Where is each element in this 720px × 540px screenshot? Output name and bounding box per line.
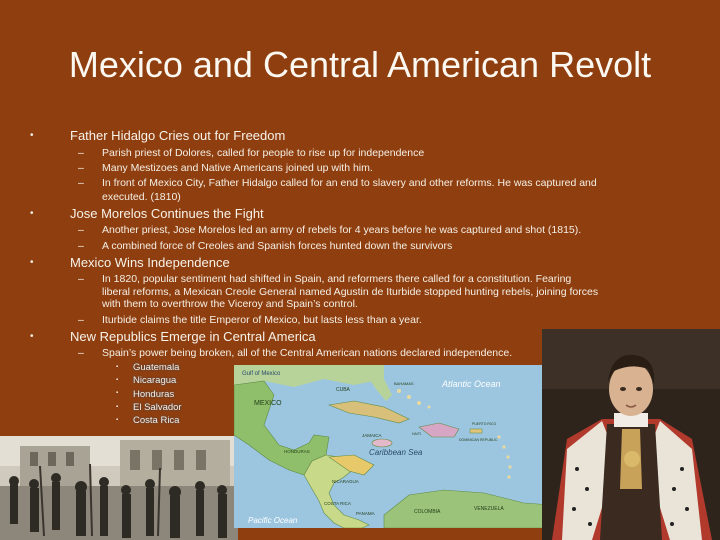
- dash-icon: –: [78, 347, 84, 359]
- map-label-dominican: DOMINICAN REPUBLIC: [459, 438, 498, 442]
- square-bullet-icon: ▪: [116, 417, 119, 423]
- section-point: Parish priest of Dolores, called for peo…: [102, 147, 425, 159]
- map-label-costa-rica: COSTA RICA: [324, 501, 351, 506]
- section-point: Spain’s power being broken, all of the C…: [102, 347, 513, 359]
- map-label-panama: PANAMA: [356, 511, 375, 516]
- map-label-pacific: Pacific Ocean: [248, 516, 298, 525]
- map-label-venezuela: VENEZUELA: [474, 506, 504, 512]
- square-bullet-icon: ▪: [116, 377, 119, 383]
- nation-item: Costa Rica: [133, 415, 180, 426]
- map-label-bahamas: BAHAMAS: [394, 381, 414, 386]
- slide-title: Mexico and Central American Revolt: [68, 44, 652, 85]
- map-label-colombia: COLOMBIA: [414, 509, 441, 515]
- dash-icon: –: [78, 240, 84, 252]
- map-label-mexico: MEXICO: [254, 400, 282, 407]
- bullet-icon: •: [30, 208, 34, 219]
- section-heading: Jose Morelos Continues the Fight: [70, 206, 264, 221]
- map-label-haiti: HAITI: [412, 432, 421, 436]
- nation-item: Honduras: [133, 389, 175, 400]
- section-point: Iturbide claims the title Emperor of Mex…: [102, 314, 422, 326]
- portrait-image: [542, 329, 720, 540]
- section-heading: Mexico Wins Independence: [70, 255, 230, 270]
- section-point: liberal reforms, a Mexican Creole Genera…: [102, 286, 599, 298]
- map-label-puerto-rico: PUERTO RICO: [472, 422, 496, 426]
- section-heading: Father Hidalgo Cries out for Freedom: [70, 128, 286, 143]
- square-bullet-icon: ▪: [116, 404, 119, 410]
- square-bullet-icon: ▪: [116, 364, 119, 370]
- dash-icon: –: [78, 162, 84, 174]
- square-bullet-icon: ▪: [116, 390, 119, 396]
- section-heading: New Republics Emerge in Central America: [70, 329, 316, 344]
- bullet-icon: •: [30, 257, 34, 268]
- dash-icon: –: [78, 177, 84, 189]
- map-label-honduras: HONDURAS: [284, 449, 310, 454]
- central-america-map: Gulf of Mexico Atlantic Ocean Caribbean …: [234, 365, 552, 528]
- section-point: executed. (1810): [102, 191, 181, 203]
- map-label-jamaica: JAMAICA: [362, 433, 382, 438]
- map-label-atlantic: Atlantic Ocean: [441, 379, 501, 389]
- dash-icon: –: [78, 314, 84, 326]
- section-point: In 1820, popular sentiment had shifted i…: [102, 273, 572, 285]
- dash-icon: –: [78, 147, 84, 159]
- section-point: A combined force of Creoles and Spanish …: [102, 240, 453, 252]
- bullet-icon: •: [30, 331, 34, 342]
- historical-scene-image: [0, 436, 238, 540]
- dash-icon: –: [78, 273, 84, 285]
- map-label-gulf: Gulf of Mexico: [242, 371, 281, 377]
- bullet-icon: •: [30, 130, 34, 141]
- nation-item: Nicaragua: [133, 375, 177, 386]
- section-point: with them to overthrow the Viceroy and S…: [102, 298, 358, 310]
- dash-icon: –: [78, 224, 84, 236]
- section-point: Another priest, Jose Morelos led an army…: [102, 224, 582, 236]
- nation-item: El Salvador: [133, 402, 182, 413]
- section-point: In front of Mexico City, Father Hidalgo …: [102, 177, 597, 189]
- map-label-caribbean: Caribbean Sea: [369, 448, 423, 457]
- nation-item: Guatemala: [133, 362, 180, 373]
- map-label-nicaragua: NICARAGUA: [332, 479, 359, 484]
- map-label-cuba: CUBA: [336, 387, 351, 393]
- section-point: Many Mestizoes and Native Americans join…: [102, 162, 373, 174]
